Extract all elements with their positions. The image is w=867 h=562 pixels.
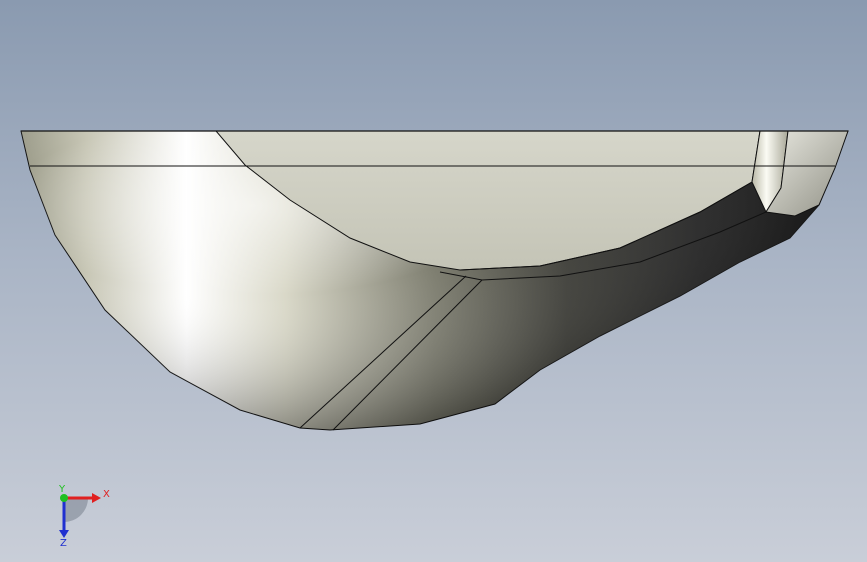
orientation-triad[interactable]: X Y Z [44,478,114,548]
y-axis-dot [60,494,68,502]
x-axis-label: X [103,489,110,500]
3d-model[interactable] [0,0,867,562]
x-arrow-icon [92,493,101,503]
triad-shadow [64,498,88,522]
z-axis-label: Z [60,538,67,548]
z-arrow-icon [59,530,69,538]
graphics-viewport[interactable]: X Y Z [0,0,867,562]
y-axis-label: Y [58,484,66,495]
